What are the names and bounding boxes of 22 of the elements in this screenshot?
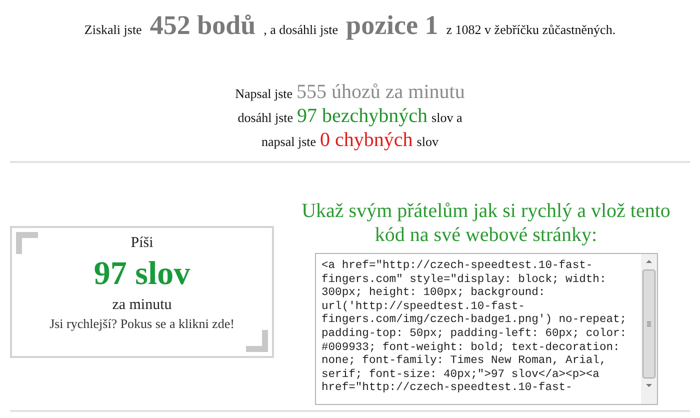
badge-link[interactable]: Jsi rychlejší? Pokus se a klikni zde! — [50, 316, 234, 332]
stat-value: 0 chybných — [320, 129, 413, 152]
corner-icon — [16, 232, 38, 254]
summary-text: Ziskali jste — [84, 22, 142, 38]
summary-text: , a dosáhli jste — [264, 22, 338, 38]
badge-unit: za minutu — [112, 296, 172, 314]
stat-label: Napsal jste — [235, 86, 293, 102]
stat-value: 555 úhozů za minutu — [296, 81, 465, 104]
embed-code-field[interactable]: <a href="http://czech-speedtest.10-fast- fingers.com" style="display: block; width: 300px; height: 100px; background: url('http://speedtest.10-fast- fingers.com/img/czech-badge1.png') no-repeat; padding-top: 50px; padding-left: 60px; color: #009933; font-weight: bold; text-decoration: none; font-family: Times New Roman, Arial, serif; font-size: 40px;">97 slov</a><p><a href="http://czech-speedtest.10-fast- — [314, 253, 658, 405]
rank-value: pozice 1 — [346, 10, 438, 41]
summary-text: z 1082 v žebříčku zůčastněných. — [446, 22, 616, 38]
badge-score: 97 slov — [94, 256, 190, 292]
stat-label: dosáhl jste — [238, 110, 294, 126]
stat-label: slov a — [432, 110, 462, 126]
points-value: 452 bodů — [150, 10, 256, 41]
badge-title: Píši — [130, 234, 154, 252]
stat-label: napsal jste — [262, 134, 316, 150]
share-heading: Ukaž svým přátelům jak si rychlý a vlož tento kód na své webové stránky: — [300, 199, 672, 247]
scrollbar-icon[interactable] — [640, 254, 656, 404]
stat-label: slov — [416, 134, 438, 150]
corner-icon — [246, 330, 268, 352]
stat-value: 97 bezchybných — [297, 105, 428, 128]
